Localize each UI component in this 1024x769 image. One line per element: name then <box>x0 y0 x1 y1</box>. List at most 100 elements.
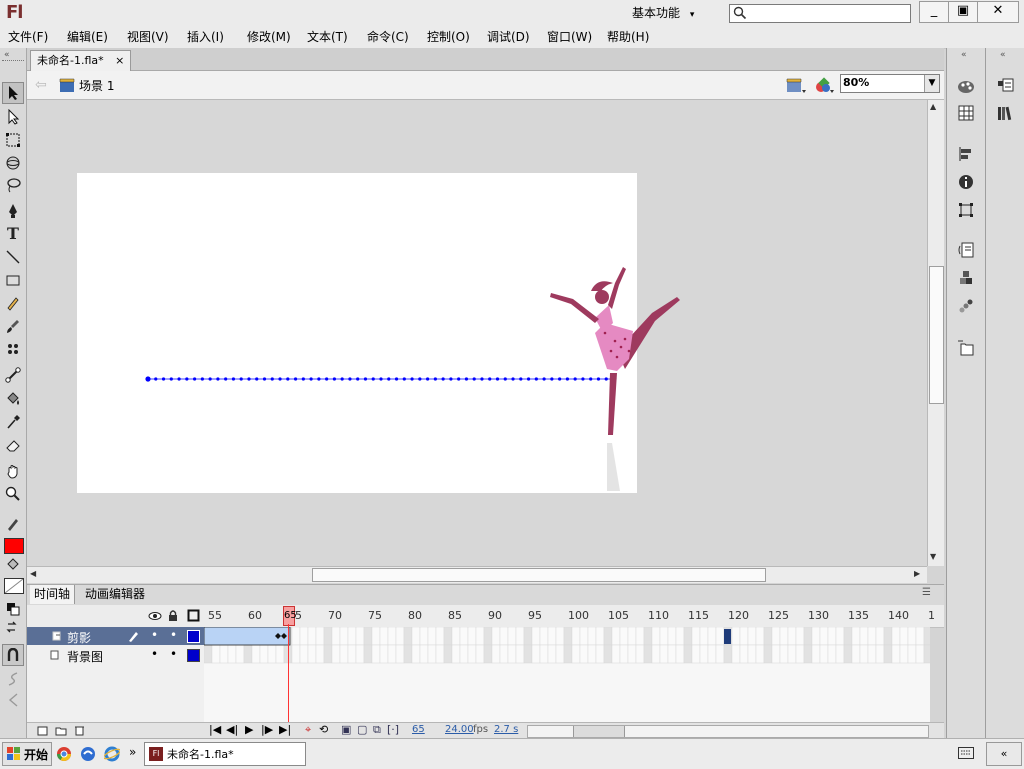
frame-cell[interactable] <box>907 627 917 646</box>
motion-path-point[interactable] <box>495 377 500 381</box>
minimize-button[interactable]: _ <box>919 1 949 23</box>
frame-cell[interactable] <box>307 627 317 646</box>
motion-path-point[interactable] <box>534 377 538 381</box>
frame-cell[interactable] <box>667 627 677 646</box>
line-tool-icon[interactable] <box>2 246 24 268</box>
onion-outline-icon[interactable]: ▢ <box>357 723 367 736</box>
tab-motion-editor[interactable]: 动画编辑器 <box>81 585 149 604</box>
loop-icon[interactable]: ⟲ <box>319 723 328 736</box>
motion-path-point[interactable] <box>193 377 197 381</box>
motion-path-point[interactable] <box>371 377 375 381</box>
rectangle-tool-icon[interactable] <box>2 269 24 291</box>
motion-path-point[interactable] <box>161 377 166 381</box>
frame-cell[interactable] <box>555 644 565 664</box>
frame-cell[interactable] <box>579 627 589 646</box>
frame-cell[interactable] <box>907 644 917 664</box>
frame-cell[interactable] <box>475 627 485 646</box>
frame-cell[interactable] <box>779 644 789 664</box>
panel-menu-icon[interactable]: ☰ <box>922 587 931 598</box>
frame-cell[interactable] <box>595 627 605 646</box>
motion-path-point[interactable] <box>565 377 569 381</box>
properties-panel-icon[interactable] <box>994 74 1018 96</box>
frame-cell[interactable] <box>251 644 261 664</box>
frame-cell[interactable] <box>811 627 821 646</box>
motion-path-point[interactable] <box>464 377 469 381</box>
go-last-icon[interactable]: ▶| <box>279 723 291 736</box>
frame-cell[interactable] <box>675 644 685 664</box>
motion-path-point[interactable] <box>216 377 220 381</box>
frame-cell[interactable] <box>459 644 469 664</box>
scroll-down-icon[interactable]: ▼ <box>930 552 936 561</box>
frame-cells[interactable] <box>204 627 930 722</box>
timeline-scroll-thumb[interactable] <box>573 726 625 737</box>
frame-cell[interactable] <box>523 627 533 646</box>
frame-cell[interactable] <box>339 627 349 646</box>
frame-cell[interactable] <box>211 644 221 664</box>
lasso-tool-icon[interactable] <box>2 174 24 196</box>
frame-cell[interactable] <box>755 627 765 646</box>
frame-cell[interactable] <box>435 644 445 664</box>
frame-cell[interactable] <box>331 644 341 664</box>
motion-path-point[interactable] <box>589 377 593 381</box>
frame-cell[interactable] <box>923 627 930 646</box>
components-panel-icon[interactable] <box>954 267 978 289</box>
vertical-scrollbar[interactable]: ▲ ▼ <box>927 100 944 566</box>
motion-path-point[interactable] <box>200 377 204 381</box>
selection-tool-icon[interactable] <box>2 82 24 104</box>
motion-path-point[interactable] <box>441 377 445 381</box>
motion-path-point[interactable] <box>293 377 298 381</box>
tab-timeline[interactable]: 时间轴 <box>30 585 76 604</box>
project-panel-icon[interactable] <box>954 337 978 359</box>
frame-cell[interactable] <box>395 644 405 664</box>
document-tab[interactable]: 未命名-1.fla* × <box>30 50 132 71</box>
panel-grip[interactable] <box>2 60 24 65</box>
motion-path-point[interactable] <box>177 377 181 381</box>
motion-path-point[interactable] <box>573 377 577 381</box>
eraser-tool-icon[interactable] <box>2 434 24 456</box>
frame-cell[interactable] <box>443 644 453 664</box>
frame-cell[interactable] <box>515 627 525 646</box>
layer-outline-color[interactable] <box>187 649 200 662</box>
straighten-icon[interactable] <box>2 689 24 711</box>
motion-path-point[interactable] <box>472 377 476 381</box>
frame-cell[interactable] <box>547 644 557 664</box>
frame-cell[interactable] <box>363 627 373 646</box>
subselection-tool-icon[interactable] <box>2 106 24 128</box>
frame-cell[interactable] <box>891 644 901 664</box>
frame-cell[interactable] <box>219 644 229 664</box>
fill-bucket-icon[interactable] <box>2 554 24 576</box>
step-forward-icon[interactable]: |▶ <box>261 723 273 736</box>
free-transform-tool-icon[interactable] <box>2 129 24 151</box>
taskbar-flash-window[interactable]: Fl 未命名-1.fla* <box>144 742 306 766</box>
zoom-tool-icon[interactable] <box>2 483 24 505</box>
frame-cell[interactable] <box>899 644 909 664</box>
stroke-color-icon[interactable] <box>2 513 24 535</box>
frame-cell[interactable] <box>771 627 781 646</box>
frame-cell[interactable] <box>547 627 557 646</box>
frame-cell[interactable] <box>915 627 925 646</box>
frame-cell[interactable] <box>235 644 245 664</box>
frame-cell[interactable] <box>427 627 437 646</box>
frame-cell[interactable] <box>827 627 837 646</box>
browser-icon[interactable] <box>80 746 96 762</box>
frame-cell[interactable] <box>371 627 381 646</box>
collapse-arrows-icon[interactable]: « <box>4 50 10 60</box>
horizontal-scroll-thumb[interactable] <box>312 568 766 582</box>
frame-cell[interactable] <box>851 627 861 646</box>
frame-cell[interactable] <box>355 644 365 664</box>
motion-path-point[interactable] <box>348 377 352 381</box>
frame-cell[interactable] <box>603 627 613 646</box>
motion-path-point[interactable] <box>145 376 151 382</box>
step-back-icon[interactable]: ◀| <box>226 723 238 736</box>
search-input[interactable] <box>729 4 911 23</box>
actions-panel-icon[interactable] <box>954 239 978 261</box>
frame-cell[interactable] <box>643 644 653 664</box>
frame-cell[interactable] <box>659 627 669 646</box>
scene-label[interactable]: 场景 1 <box>79 77 114 94</box>
restore-button[interactable]: ▣ <box>948 1 978 23</box>
frame-cell[interactable] <box>891 627 901 646</box>
frame-cell[interactable] <box>443 627 453 646</box>
frame-cell[interactable] <box>595 644 605 664</box>
quicklaunch-more-icon[interactable]: » <box>129 745 136 759</box>
frame-cell[interactable] <box>867 627 877 646</box>
